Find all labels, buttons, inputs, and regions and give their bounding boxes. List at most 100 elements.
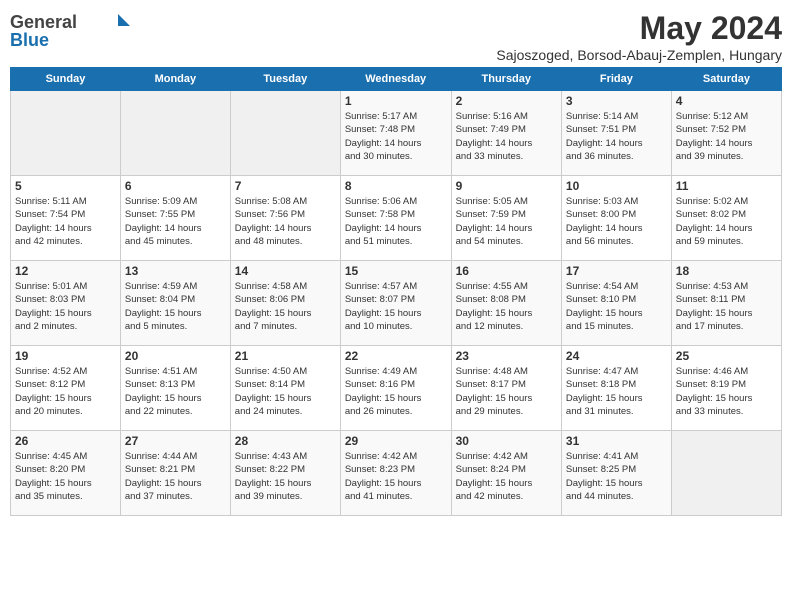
day-number: 12: [15, 264, 116, 278]
weekday-header-friday: Friday: [561, 68, 671, 91]
day-info: Sunrise: 5:05 AMSunset: 7:59 PMDaylight:…: [456, 195, 557, 248]
day-info: Sunrise: 4:49 AMSunset: 8:16 PMDaylight:…: [345, 365, 447, 418]
day-info: Sunrise: 4:50 AMSunset: 8:14 PMDaylight:…: [235, 365, 336, 418]
calendar-cell: 1 Sunrise: 5:17 AMSunset: 7:48 PMDaylight…: [340, 91, 451, 176]
day-number: 13: [125, 264, 226, 278]
calendar-cell: 5Sunrise: 5:11 AMSunset: 7:54 PMDaylight…: [11, 176, 121, 261]
weekday-header-saturday: Saturday: [671, 68, 781, 91]
calendar-cell: 10 Sunrise: 5:03 AMSunset: 8:00 PMDayligh…: [561, 176, 671, 261]
day-info: Sunrise: 4:41 AMSunset: 8:25 PMDaylight:…: [566, 450, 667, 503]
day-info: Sunrise: 5:03 AMSunset: 8:00 PMDaylight:…: [566, 195, 667, 248]
weekday-header-monday: Monday: [120, 68, 230, 91]
calendar-cell: 25Sunrise: 4:46 AMSunset: 8:19 PMDayligh…: [671, 346, 781, 431]
calendar-cell: 28 Sunrise: 4:43 AMSunset: 8:22 PMDayligh…: [230, 431, 340, 516]
weekday-header-tuesday: Tuesday: [230, 68, 340, 91]
day-info: Sunrise: 4:52 AMSunset: 8:12 PMDaylight:…: [15, 365, 116, 418]
calendar-cell: [120, 91, 230, 176]
day-info: Sunrise: 5:01 AMSunset: 8:03 PMDaylight:…: [15, 280, 116, 333]
calendar-cell: 30Sunrise: 4:42 AMSunset: 8:24 PMDayligh…: [451, 431, 561, 516]
calendar-cell: 27 Sunrise: 4:44 AMSunset: 8:21 PMDayligh…: [120, 431, 230, 516]
day-number: 10: [566, 179, 667, 193]
day-number: 25: [676, 349, 777, 363]
calendar-cell: 22 Sunrise: 4:49 AMSunset: 8:16 PMDayligh…: [340, 346, 451, 431]
day-number: 22: [345, 349, 447, 363]
day-info: Sunrise: 4:42 AMSunset: 8:23 PMDaylight:…: [345, 450, 447, 503]
day-number: 19: [15, 349, 116, 363]
calendar-cell: 2 Sunrise: 5:16 AMSunset: 7:49 PMDaylight…: [451, 91, 561, 176]
calendar-cell: 16 Sunrise: 4:55 AMSunset: 8:08 PMDayligh…: [451, 261, 561, 346]
day-number: 16: [456, 264, 557, 278]
calendar-cell: 12 Sunrise: 5:01 AMSunset: 8:03 PMDayligh…: [11, 261, 121, 346]
calendar-cell: [230, 91, 340, 176]
day-number: 15: [345, 264, 447, 278]
day-info: Sunrise: 4:55 AMSunset: 8:08 PMDaylight:…: [456, 280, 557, 333]
day-number: 9: [456, 179, 557, 193]
weekday-header-wednesday: Wednesday: [340, 68, 451, 91]
day-info: Sunrise: 4:59 AMSunset: 8:04 PMDaylight:…: [125, 280, 226, 333]
month-title: May 2024: [496, 10, 782, 47]
day-number: 14: [235, 264, 336, 278]
day-info: Sunrise: 5:12 AMSunset: 7:52 PMDaylight:…: [676, 110, 777, 163]
day-number: 26: [15, 434, 116, 448]
calendar-cell: 31 Sunrise: 4:41 AMSunset: 8:25 PMDayligh…: [561, 431, 671, 516]
day-number: 24: [566, 349, 667, 363]
calendar-cell: 3Sunrise: 5:14 AMSunset: 7:51 PMDaylight…: [561, 91, 671, 176]
day-info: Sunrise: 5:17 AMSunset: 7:48 PMDaylight:…: [345, 110, 447, 163]
calendar-cell: 9 Sunrise: 5:05 AMSunset: 7:59 PMDaylight…: [451, 176, 561, 261]
calendar-cell: 14Sunrise: 4:58 AMSunset: 8:06 PMDayligh…: [230, 261, 340, 346]
day-info: Sunrise: 5:08 AMSunset: 7:56 PMDaylight:…: [235, 195, 336, 248]
day-info: Sunrise: 4:53 AMSunset: 8:11 PMDaylight:…: [676, 280, 777, 333]
day-number: 23: [456, 349, 557, 363]
title-block: May 2024 Sajoszoged, Borsod-Abauj-Zemple…: [496, 10, 782, 63]
calendar-cell: 6 Sunrise: 5:09 AMSunset: 7:55 PMDaylight…: [120, 176, 230, 261]
day-number: 6: [125, 179, 226, 193]
calendar-cell: 21 Sunrise: 4:50 AMSunset: 8:14 PMDayligh…: [230, 346, 340, 431]
day-number: 20: [125, 349, 226, 363]
svg-text:Blue: Blue: [10, 30, 49, 50]
day-info: Sunrise: 4:54 AMSunset: 8:10 PMDaylight:…: [566, 280, 667, 333]
day-number: 27: [125, 434, 226, 448]
day-info: Sunrise: 4:48 AMSunset: 8:17 PMDaylight:…: [456, 365, 557, 418]
calendar-cell: 4 Sunrise: 5:12 AMSunset: 7:52 PMDaylight…: [671, 91, 781, 176]
day-number: 8: [345, 179, 447, 193]
day-number: 31: [566, 434, 667, 448]
calendar-cell: 17 Sunrise: 4:54 AMSunset: 8:10 PMDayligh…: [561, 261, 671, 346]
calendar-cell: 13 Sunrise: 4:59 AMSunset: 8:04 PMDayligh…: [120, 261, 230, 346]
location-title: Sajoszoged, Borsod-Abauj-Zemplen, Hungar…: [496, 47, 782, 63]
calendar-cell: 24 Sunrise: 4:47 AMSunset: 8:18 PMDayligh…: [561, 346, 671, 431]
day-info: Sunrise: 5:11 AMSunset: 7:54 PMDaylight:…: [15, 195, 116, 248]
day-number: 21: [235, 349, 336, 363]
day-info: Sunrise: 5:09 AMSunset: 7:55 PMDaylight:…: [125, 195, 226, 248]
day-number: 29: [345, 434, 447, 448]
calendar-cell: 26 Sunrise: 4:45 AMSunset: 8:20 PMDayligh…: [11, 431, 121, 516]
weekday-header-thursday: Thursday: [451, 68, 561, 91]
calendar-cell: 20 Sunrise: 4:51 AMSunset: 8:13 PMDayligh…: [120, 346, 230, 431]
calendar-cell: 7Sunrise: 5:08 AMSunset: 7:56 PMDaylight…: [230, 176, 340, 261]
day-number: 1: [345, 94, 447, 108]
day-info: Sunrise: 4:57 AMSunset: 8:07 PMDaylight:…: [345, 280, 447, 333]
day-number: 18: [676, 264, 777, 278]
calendar-cell: [11, 91, 121, 176]
calendar-cell: 15 Sunrise: 4:57 AMSunset: 8:07 PMDayligh…: [340, 261, 451, 346]
day-info: Sunrise: 4:44 AMSunset: 8:21 PMDaylight:…: [125, 450, 226, 503]
calendar-cell: 19 Sunrise: 4:52 AMSunset: 8:12 PMDayligh…: [11, 346, 121, 431]
day-info: Sunrise: 5:16 AMSunset: 7:49 PMDaylight:…: [456, 110, 557, 163]
calendar-cell: [671, 431, 781, 516]
day-info: Sunrise: 5:14 AMSunset: 7:51 PMDaylight:…: [566, 110, 667, 163]
calendar-cell: 23 Sunrise: 4:48 AMSunset: 8:17 PMDayligh…: [451, 346, 561, 431]
calendar-cell: 11Sunrise: 5:02 AMSunset: 8:02 PMDayligh…: [671, 176, 781, 261]
page-header: General Blue May 2024 Sajoszoged, Borsod…: [10, 10, 782, 63]
calendar-cell: 8Sunrise: 5:06 AMSunset: 7:58 PMDaylight…: [340, 176, 451, 261]
calendar-cell: 18 Sunrise: 4:53 AMSunset: 8:11 PMDayligh…: [671, 261, 781, 346]
logo-icon: General Blue: [10, 10, 130, 50]
day-info: Sunrise: 4:47 AMSunset: 8:18 PMDaylight:…: [566, 365, 667, 418]
day-number: 2: [456, 94, 557, 108]
day-info: Sunrise: 4:43 AMSunset: 8:22 PMDaylight:…: [235, 450, 336, 503]
day-number: 4: [676, 94, 777, 108]
day-number: 17: [566, 264, 667, 278]
day-number: 30: [456, 434, 557, 448]
day-info: Sunrise: 4:45 AMSunset: 8:20 PMDaylight:…: [15, 450, 116, 503]
day-info: Sunrise: 4:51 AMSunset: 8:13 PMDaylight:…: [125, 365, 226, 418]
day-number: 28: [235, 434, 336, 448]
day-number: 11: [676, 179, 777, 193]
